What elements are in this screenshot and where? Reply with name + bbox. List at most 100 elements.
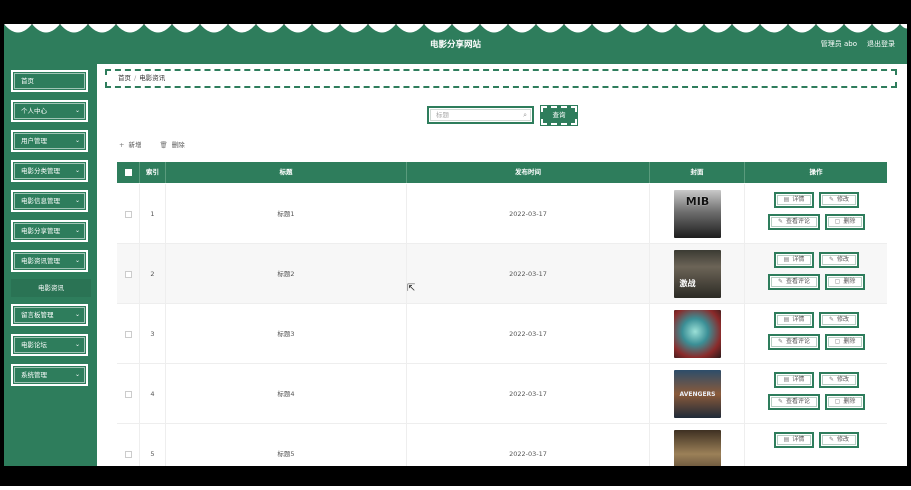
view-comments-label: 查看评论 (786, 278, 811, 285)
sidebar-item-home[interactable]: 首页 (10, 69, 89, 93)
chevron-down-icon: ⌄ (74, 311, 80, 318)
edit-button[interactable]: ✎ 修改 (819, 312, 859, 328)
column-header-actions: 操作 (809, 168, 823, 176)
view-comments-label: 查看评论 (786, 338, 811, 345)
detail-label: 详情 (792, 376, 805, 383)
select-all-checkbox[interactable] (117, 162, 140, 183)
sidebar-item-label: 电影论坛 (21, 341, 47, 349)
edit-label: 修改 (837, 256, 850, 263)
cover-image[interactable]: AVENGERS (674, 370, 721, 418)
search-button[interactable]: 查询 (540, 104, 578, 126)
table-row: 1 标题1 2022-03-17 MIB ▤ 详情 ✎ 修改 ✎ 查看评论 ▢ 删除 (117, 184, 887, 244)
detail-button[interactable]: ▤ 详情 (774, 252, 814, 268)
pencil-icon: ✎ (777, 338, 783, 345)
detail-button[interactable]: ▤ 详情 (774, 312, 814, 328)
sidebar-item-message-board[interactable]: 留言板管理 ⌄ (10, 303, 89, 327)
row-index: 2 (140, 244, 166, 304)
sidebar-subitem-movie-news[interactable]: 电影资讯 (11, 279, 91, 297)
trash-icon: ▢ (834, 278, 841, 285)
sidebar-item-system[interactable]: 系统管理 ⌄ (10, 363, 89, 387)
detail-label: 详情 (792, 256, 805, 263)
top-letterbox (0, 0, 911, 22)
document-icon: ▤ (783, 436, 790, 443)
breadcrumb: 首页 / 电影资讯 (105, 69, 897, 88)
row-checkbox[interactable] (117, 424, 140, 466)
row-index: 4 (140, 364, 166, 424)
pencil-icon: ✎ (828, 196, 834, 203)
add-button-label: 新增 (128, 141, 142, 149)
detail-label: 详情 (792, 436, 805, 443)
chevron-down-icon: ⌄ (74, 257, 80, 264)
detail-button[interactable]: ▤ 详情 (774, 372, 814, 388)
sidebar-item-user-management[interactable]: 用户管理 ⌄ (10, 129, 89, 153)
current-user: 管理员 abo (820, 40, 857, 48)
row-checkbox[interactable] (117, 364, 140, 424)
edit-button[interactable]: ✎ 修改 (819, 432, 859, 448)
row-actions: ▤ 详情 ✎ 修改 (745, 424, 887, 466)
app-window: 电影分享网站 管理员 abo 退出登录 首页 个人中心 ⌄ 用户管理 ⌄ 电影分… (4, 22, 907, 466)
delete-row-label: 删除 (843, 398, 856, 405)
row-time: 2022-03-17 (407, 304, 650, 364)
view-comments-button[interactable]: ✎ 查看评论 (768, 214, 820, 230)
row-title: 标题5 (166, 424, 407, 466)
breadcrumb-home[interactable]: 首页 (118, 74, 131, 82)
breadcrumb-current: 电影资讯 (139, 74, 166, 82)
edit-label: 修改 (837, 316, 850, 323)
search-input[interactable]: 标题 ⌕ (427, 106, 534, 124)
document-icon: ▤ (783, 196, 790, 203)
table-row: 2 标题2 2022-03-17 激战 ▤ 详情 ✎ 修改 ✎ 查看评论 ▢ 删除 (117, 244, 887, 304)
sidebar-item-movie-info[interactable]: 电影信息管理 ⌄ (10, 189, 89, 213)
detail-button[interactable]: ▤ 详情 (774, 192, 814, 208)
detail-button[interactable]: ▤ 详情 (774, 432, 814, 448)
view-comments-button[interactable]: ✎ 查看评论 (768, 334, 820, 350)
row-actions: ▤ 详情 ✎ 修改 ✎ 查看评论 ▢ 删除 (745, 304, 887, 364)
delete-row-button[interactable]: ▢ 删除 (825, 274, 865, 290)
pencil-icon: ✎ (777, 218, 783, 225)
document-icon: ▤ (783, 316, 790, 323)
breadcrumb-separator: / (134, 74, 137, 82)
cover-image[interactable] (674, 430, 721, 466)
detail-label: 详情 (792, 316, 805, 323)
delete-row-button[interactable]: ▢ 删除 (825, 334, 865, 350)
sidebar-item-movie-forum[interactable]: 电影论坛 ⌄ (10, 333, 89, 357)
logout-link[interactable]: 退出登录 (867, 39, 895, 49)
sidebar-item-movie-share[interactable]: 电影分享管理 ⌄ (10, 219, 89, 243)
trash-icon: ▢ (834, 218, 841, 225)
delete-row-button[interactable]: ▢ 删除 (825, 214, 865, 230)
cover-image[interactable] (674, 310, 721, 358)
trash-icon: 🗑 (159, 141, 168, 149)
trash-icon: ▢ (834, 398, 841, 405)
sidebar-item-label: 个人中心 (21, 107, 47, 115)
view-comments-button[interactable]: ✎ 查看评论 (768, 394, 820, 410)
document-icon: ▤ (783, 376, 790, 383)
row-index: 3 (140, 304, 166, 364)
view-comments-button[interactable]: ✎ 查看评论 (768, 274, 820, 290)
table-row: 3 标题3 2022-03-17 ▤ 详情 ✎ 修改 ✎ 查看评论 ▢ 删除 (117, 304, 887, 364)
add-button[interactable]: + 新增 (119, 139, 141, 149)
sidebar: 首页 个人中心 ⌄ 用户管理 ⌄ 电影分类管理 ⌄ 电影信息管理 ⌄ 电影分享管… (4, 64, 96, 466)
row-actions: ▤ 详情 ✎ 修改 ✎ 查看评论 ▢ 删除 (745, 184, 887, 244)
row-checkbox[interactable] (117, 184, 140, 244)
sidebar-item-label: 留言板管理 (21, 311, 54, 319)
sidebar-item-movie-category[interactable]: 电影分类管理 ⌄ (10, 159, 89, 183)
site-title: 电影分享网站 (429, 40, 481, 50)
edit-button[interactable]: ✎ 修改 (819, 192, 859, 208)
cover-image[interactable]: MIB (674, 190, 721, 238)
edit-button[interactable]: ✎ 修改 (819, 372, 859, 388)
column-header-index: 索引 (140, 162, 166, 183)
chevron-down-icon: ⌄ (74, 227, 80, 234)
row-time: 2022-03-17 (407, 244, 650, 304)
edit-button[interactable]: ✎ 修改 (819, 252, 859, 268)
delete-row-label: 删除 (843, 278, 856, 285)
sidebar-item-movie-news[interactable]: 电影资讯管理 ⌄ (10, 249, 89, 273)
chevron-down-icon: ⌄ (74, 137, 80, 144)
chevron-down-icon: ⌄ (74, 341, 80, 348)
delete-row-button[interactable]: ▢ 删除 (825, 394, 865, 410)
toolbar: + 新增 🗑 删除 (119, 139, 185, 149)
row-checkbox[interactable] (117, 244, 140, 304)
delete-button[interactable]: 🗑 删除 (159, 139, 184, 149)
row-checkbox[interactable] (117, 304, 140, 364)
search-icon: ⌕ (523, 111, 527, 119)
sidebar-item-personal-center[interactable]: 个人中心 ⌄ (10, 99, 89, 123)
cover-image[interactable]: 激战 (674, 250, 721, 298)
